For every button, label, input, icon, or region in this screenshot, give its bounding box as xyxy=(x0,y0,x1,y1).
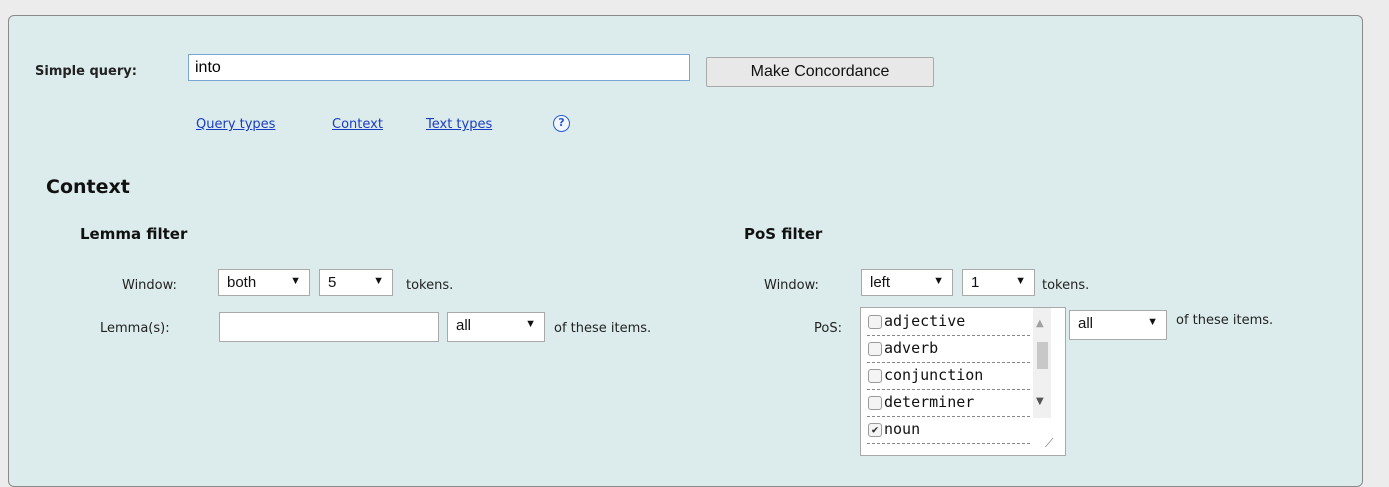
pos-option-label: determiner xyxy=(884,393,975,411)
query-form-panel: Simple query: Make Concordance Query typ… xyxy=(8,15,1363,487)
lemma-filter-heading: Lemma filter xyxy=(80,225,188,243)
lemma-items-label: of these items. xyxy=(554,321,652,336)
checkbox-icon[interactable] xyxy=(868,369,882,383)
dropdown-arrow-icon: ▼ xyxy=(290,275,301,287)
pos-option-label: noun xyxy=(884,420,921,438)
pos-window-direction-select[interactable]: left ▼ xyxy=(861,269,953,296)
pos-filter-heading: PoS filter xyxy=(744,225,823,243)
simple-query-label: Simple query: xyxy=(35,64,137,79)
pos-option[interactable]: ✔ noun xyxy=(867,417,1030,444)
checkbox-icon[interactable] xyxy=(868,315,882,329)
help-icon[interactable]: ? xyxy=(553,115,570,132)
pos-option[interactable]: determiner xyxy=(867,390,1030,417)
dropdown-arrow-icon: ▼ xyxy=(1015,275,1026,287)
lemma-tokens-label: tokens. xyxy=(406,278,454,293)
pos-window-label: Window: xyxy=(764,278,819,293)
pos-tokens-label: tokens. xyxy=(1042,278,1090,293)
lemma-match-select[interactable]: all ▼ xyxy=(447,312,545,342)
lemma-window-direction-value: both xyxy=(227,274,257,291)
lemma-window-label: Window: xyxy=(122,278,177,293)
dropdown-arrow-icon: ▼ xyxy=(373,275,384,287)
dropdown-arrow-icon: ▼ xyxy=(933,275,944,287)
lemma-match-value: all xyxy=(456,317,472,334)
pos-multiselect-list[interactable]: adjective adverb conjunction determiner … xyxy=(860,307,1066,456)
pos-window-direction-value: left xyxy=(870,274,891,291)
simple-query-input[interactable] xyxy=(188,54,690,81)
pos-option-label: conjunction xyxy=(884,366,984,384)
lemma-window-size-value: 5 xyxy=(328,274,337,291)
pos-option[interactable]: adjective xyxy=(867,309,1030,336)
context-heading: Context xyxy=(46,176,130,198)
text-types-link[interactable]: Text types xyxy=(426,117,492,132)
dropdown-arrow-icon: ▼ xyxy=(525,318,536,330)
pos-match-select[interactable]: all ▼ xyxy=(1069,310,1167,340)
lemma-window-size-select[interactable]: 5 ▼ xyxy=(319,269,393,296)
pos-window-size-select[interactable]: 1 ▼ xyxy=(962,269,1035,296)
checkbox-icon[interactable] xyxy=(868,342,882,356)
lemma-window-direction-select[interactable]: both ▼ xyxy=(218,269,310,296)
check-icon[interactable]: ✔ xyxy=(868,423,882,437)
lemmas-label: Lemma(s): xyxy=(100,321,170,336)
pos-option-label: adverb xyxy=(884,339,939,357)
query-types-link[interactable]: Query types xyxy=(196,117,275,132)
scroll-down-icon[interactable]: ▼ xyxy=(1036,396,1044,407)
scrollbar-thumb[interactable] xyxy=(1037,342,1048,369)
resize-grip-icon[interactable]: ⟋ xyxy=(1045,436,1057,450)
pos-option[interactable]: adverb xyxy=(867,336,1030,363)
pos-window-size-value: 1 xyxy=(971,274,980,291)
lemmas-input[interactable] xyxy=(219,312,439,342)
make-concordance-button[interactable]: Make Concordance xyxy=(706,57,934,87)
pos-option[interactable]: conjunction xyxy=(867,363,1030,390)
context-link[interactable]: Context xyxy=(332,117,383,132)
pos-items-label: of these items. xyxy=(1176,313,1274,328)
checkbox-icon[interactable] xyxy=(868,396,882,410)
pos-label: PoS: xyxy=(814,321,842,336)
scroll-up-icon[interactable]: ▲ xyxy=(1036,318,1044,329)
pos-option-label: adjective xyxy=(884,312,966,330)
dropdown-arrow-icon: ▼ xyxy=(1147,316,1158,328)
pos-match-value: all xyxy=(1078,315,1094,332)
